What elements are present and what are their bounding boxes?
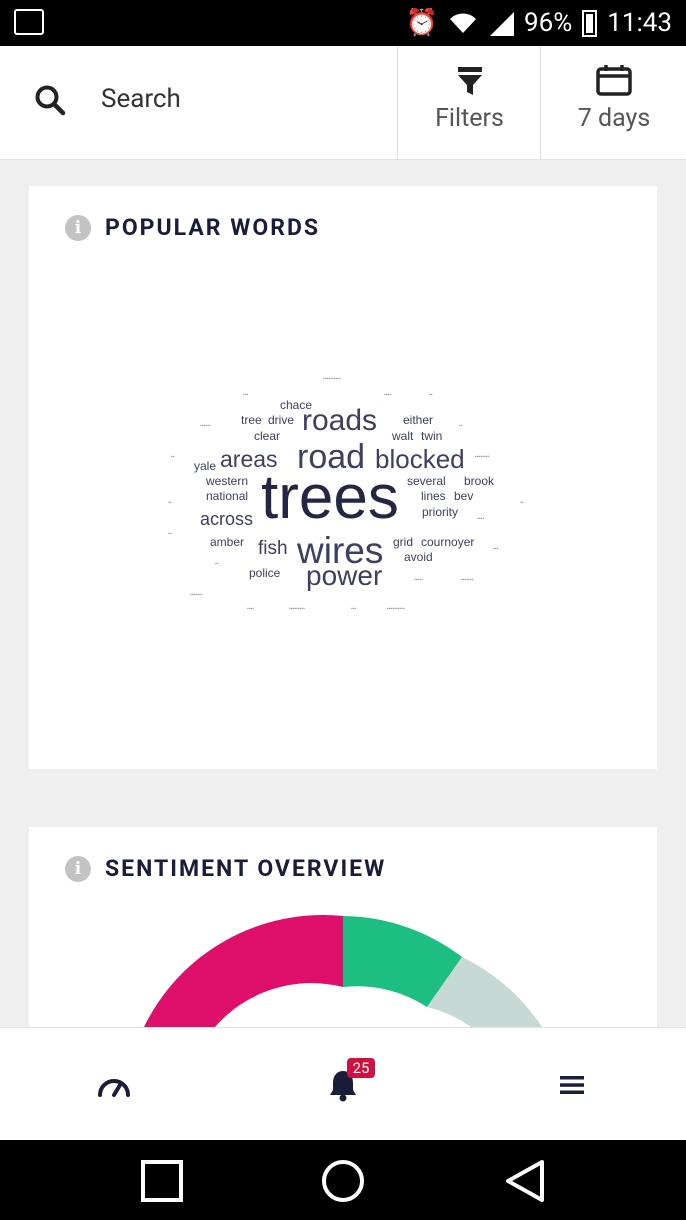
word: road: [297, 438, 366, 476]
sentiment-overview-card: i SENTIMENT OVERVIEW: [29, 827, 657, 1027]
word: drive: [268, 413, 295, 427]
word: amber: [210, 535, 245, 549]
word-small-decoration: ▪▪▪▪: [247, 606, 255, 612]
word-small-decoration: ▪▪▪▪▪: [414, 577, 423, 583]
word-small-decoration: ▪▪▪: [493, 546, 499, 552]
word-small-decoration: ▪▪: [168, 531, 172, 537]
word: police: [249, 566, 281, 580]
word: blocked: [375, 444, 465, 474]
signal-icon: [489, 12, 514, 36]
word: cournoyer: [421, 535, 475, 549]
word-small-decoration: ▪▪▪: [351, 606, 357, 612]
top-bar: Search Filters 7 days: [0, 46, 686, 160]
word: areas: [220, 446, 278, 472]
word: grid: [393, 535, 414, 549]
back-icon[interactable]: [504, 1159, 546, 1203]
calendar-icon: [596, 65, 632, 96]
word: twin: [421, 429, 443, 443]
filters-label: Filters: [435, 104, 504, 133]
word-cloud: trees road wires roads blocked power are…: [29, 186, 657, 769]
word: chace: [280, 398, 313, 412]
word: priority: [422, 505, 459, 519]
word: roads: [302, 404, 378, 437]
home-icon[interactable]: [321, 1159, 365, 1203]
word: western: [206, 474, 249, 488]
date-range-button[interactable]: 7 days: [540, 46, 686, 160]
word-small-decoration: ▪▪: [168, 500, 172, 506]
word-small-decoration: ▪▪▪▪▪▪: [200, 423, 211, 429]
word-small-decoration: ▪▪▪▪▪▪▪: [461, 577, 474, 583]
word: fish: [258, 538, 288, 559]
alarm-icon: ⏰: [405, 8, 438, 38]
word-small-decoration: ▪▪: [429, 392, 433, 398]
word-small-decoration: ▪▪: [520, 500, 524, 506]
wifi-icon: [449, 13, 476, 33]
word-small-decoration: ▪▪▪▪▪▪▪▪▪▪: [323, 376, 341, 382]
word: either: [403, 413, 434, 427]
word-small-decoration: ▪▪▪▪▪▪▪: [190, 592, 203, 598]
word: avoid: [404, 550, 433, 564]
word: walt: [392, 429, 414, 443]
word: several: [407, 474, 446, 488]
word: yale: [194, 459, 217, 473]
filter-icon: [457, 67, 482, 95]
popular-words-card: i POPULAR WORDS trees road wires roads b…: [29, 186, 657, 769]
notification-badge: 25: [347, 1058, 375, 1078]
word: national: [206, 489, 249, 503]
word: brook: [464, 474, 495, 488]
recents-icon[interactable]: [141, 1160, 183, 1202]
system-navigation-bar: [0, 1140, 686, 1220]
word-small-decoration: ▪▪▪: [243, 392, 249, 398]
search-bar[interactable]: Search: [0, 46, 397, 160]
word: clear: [254, 429, 281, 443]
word-small-decoration: ▪▪▪▪▪▪▪▪▪: [289, 606, 305, 612]
word: tree: [241, 413, 262, 427]
search-input[interactable]: Search: [101, 84, 181, 114]
battery-icon: [582, 9, 598, 37]
dashboard-tab[interactable]: [74, 1028, 154, 1141]
word-small-decoration: ▪▪▪▪: [384, 392, 392, 398]
word-small-decoration: ▪▪: [215, 561, 219, 567]
search-icon: [35, 85, 66, 116]
word-small-decoration: ▪▪▪▪▪▪▪▪▪▪: [387, 606, 405, 612]
word: across: [200, 509, 254, 529]
word-small-decoration: ▪▪: [171, 454, 175, 460]
speedometer-icon: [98, 1078, 130, 1097]
clock: 11:43: [607, 8, 672, 38]
word-small-decoration: ▪▪▪▪: [477, 516, 485, 522]
word-small-decoration: ▪▪▪▪▪▪▪▪: [475, 454, 490, 460]
menu-icon: [560, 1075, 584, 1094]
filters-button[interactable]: Filters: [397, 46, 541, 160]
negative-segment: [144, 914, 343, 1027]
word-small-decoration: ▪▪: [459, 423, 463, 429]
info-icon[interactable]: i: [65, 855, 91, 882]
word: bev: [454, 489, 474, 503]
gallery-notification-icon: [14, 9, 44, 35]
menu-tab[interactable]: [532, 1028, 612, 1141]
word: lines: [421, 489, 446, 503]
status-bar: ⏰ 96% 11:43: [0, 0, 686, 46]
card-title: SENTIMENT OVERVIEW: [105, 855, 387, 882]
date-range-label: 7 days: [577, 104, 651, 133]
battery-percent: 96%: [523, 8, 573, 38]
bottom-navigation: 25: [0, 1027, 686, 1140]
notifications-tab[interactable]: 25: [303, 1028, 383, 1141]
word: power: [306, 560, 383, 591]
